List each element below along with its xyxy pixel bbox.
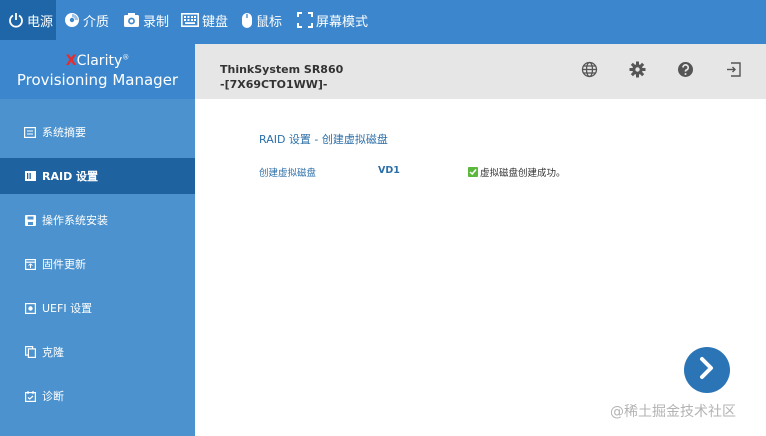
globe-icon	[581, 61, 598, 82]
keyboard-icon	[181, 13, 199, 27]
uefi-settings-icon	[24, 302, 36, 314]
gear-icon	[629, 61, 646, 82]
media-disc-icon	[64, 12, 80, 28]
system-header: ThinkSystem SR860 -[7X69CTO1WW]-	[195, 44, 766, 99]
help-button[interactable]	[675, 61, 695, 81]
power-menu[interactable]: 电源	[0, 0, 56, 40]
machine-type: -[7X69CTO1WW]-	[220, 78, 328, 91]
sidebar-item-label: 克隆	[42, 346, 64, 359]
sidebar-item-uefi-settings[interactable]: UEFI 设置	[0, 290, 195, 326]
sidebar-item-system-summary[interactable]: 系统摘要	[0, 114, 195, 150]
brand-trademark: ®	[122, 53, 130, 62]
sidebar-item-raid-settings[interactable]: RAID 设置	[0, 158, 195, 194]
sidebar-item-label: RAID 设置	[42, 170, 99, 183]
system-info: ThinkSystem SR860 -[7X69CTO1WW]-	[220, 62, 343, 92]
mouse-menu[interactable]: 鼠标	[241, 0, 282, 40]
sidebar-nav: 系统摘要 RAID 设置 操作系统安装 固件更新 UEFI 设置 克隆 诊断	[0, 99, 195, 436]
virtual-disk-name: VD1	[378, 165, 400, 176]
help-icon	[677, 61, 694, 82]
sidebar-item-label: 诊断	[42, 390, 64, 403]
brand-subtitle: Provisioning Manager	[16, 71, 179, 89]
language-button[interactable]	[579, 61, 599, 81]
media-menu[interactable]: 介质	[64, 0, 109, 40]
brand-name-rest: Clarity	[76, 53, 123, 69]
mouse-label: 鼠标	[256, 14, 283, 30]
exit-button[interactable]	[723, 61, 743, 81]
sidebar-item-firmware-update[interactable]: 固件更新	[0, 246, 195, 282]
power-icon	[8, 12, 24, 28]
top-toolbar: 电源 介质 录制 键盘 鼠标 屏幕模式	[0, 0, 766, 44]
main-content: RAID 设置 - 创建虚拟磁盘 创建虚拟磁盘 VD1 虚拟磁盘创建成功。	[195, 99, 766, 436]
keyboard-menu[interactable]: 键盘	[181, 0, 228, 40]
screen-mode-menu[interactable]: 屏幕模式	[297, 0, 368, 40]
sidebar-item-clone[interactable]: 克隆	[0, 334, 195, 370]
sidebar-item-label: 系统摘要	[42, 126, 86, 139]
record-menu[interactable]: 录制	[123, 0, 169, 40]
media-label: 介质	[83, 14, 110, 30]
raid-icon	[24, 170, 36, 182]
clone-icon	[24, 346, 36, 358]
result-row: 创建虚拟磁盘 VD1 虚拟磁盘创建成功。	[259, 165, 659, 179]
record-label: 录制	[143, 14, 170, 30]
system-name: ThinkSystem SR860	[220, 63, 344, 76]
chevron-right-icon	[697, 356, 717, 384]
sidebar-item-os-install[interactable]: 操作系统安装	[0, 202, 195, 238]
power-label: 电源	[27, 14, 54, 30]
save-disk-icon	[24, 214, 36, 226]
brand-x-letter: X	[65, 53, 77, 69]
diagnostics-icon	[24, 390, 36, 402]
keyboard-label: 键盘	[202, 14, 229, 30]
firmware-update-icon	[24, 258, 36, 270]
settings-button[interactable]	[627, 61, 647, 81]
screen-mode-label: 屏幕模式	[316, 14, 369, 30]
camera-icon	[123, 12, 140, 28]
sidebar-item-label: UEFI 设置	[42, 302, 93, 315]
success-status: 虚拟磁盘创建成功。	[468, 165, 566, 179]
next-button[interactable]	[684, 347, 730, 393]
status-text: 虚拟磁盘创建成功。	[480, 168, 566, 179]
brand-logo: XClarity® Provisioning Manager	[0, 44, 195, 99]
sidebar-item-label: 操作系统安装	[42, 214, 108, 227]
sidebar-item-diagnostics[interactable]: 诊断	[0, 378, 195, 414]
row-label: 创建虚拟磁盘	[259, 168, 317, 179]
check-icon	[468, 167, 478, 177]
exit-icon	[725, 61, 742, 82]
sidebar-item-label: 固件更新	[42, 258, 86, 271]
watermark: @稀土掘金技术社区	[610, 404, 736, 420]
mouse-icon	[241, 12, 253, 29]
breadcrumb: RAID 设置 - 创建虚拟磁盘	[259, 133, 388, 146]
summary-icon	[24, 126, 36, 138]
fullscreen-icon	[297, 12, 313, 28]
brand-name: XClarity®	[0, 53, 195, 69]
